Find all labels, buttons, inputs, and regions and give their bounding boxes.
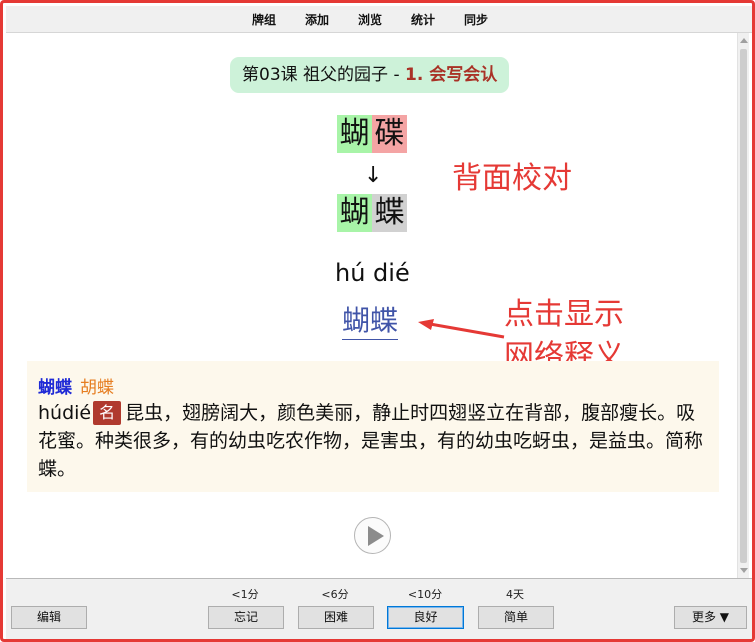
definition-word: 蝴蝶: [38, 378, 72, 398]
definition-header: 蝴蝶 胡蝶: [38, 373, 114, 398]
annotation-click-hint-1: 点击显示: [504, 297, 624, 332]
definition-pinyin: húdié: [38, 402, 92, 424]
pinyin-text: hú dié: [335, 259, 410, 287]
menu-browse[interactable]: 浏览: [358, 11, 382, 28]
top-menu-bar: 牌组 添加 浏览 统计 同步: [6, 6, 752, 33]
part-of-speech-badge: 名: [93, 401, 122, 425]
play-audio-button[interactable]: [354, 517, 391, 554]
definition-variant: 胡蝶: [80, 378, 114, 398]
word-definition-link[interactable]: 蝴蝶: [342, 303, 399, 340]
answer-char-match: 蝴: [337, 194, 372, 232]
lesson-title: 第03课 祖父的园子 -: [242, 65, 405, 85]
good-button[interactable]: 良好: [387, 606, 464, 629]
hard-button[interactable]: 困难: [298, 606, 374, 629]
edit-button[interactable]: 编辑: [11, 606, 87, 629]
menu-add[interactable]: 添加: [305, 11, 329, 28]
menu-decks[interactable]: 牌组: [252, 11, 276, 28]
definition-panel: 蝴蝶 胡蝶 húdié 名昆虫，翅膀阔大，颜色美丽，静止时四翅竖立在背部，腹部瘦长。…: [27, 361, 719, 492]
interval-again: <1分: [231, 588, 259, 601]
definition-text: 昆虫，翅膀阔大，颜色美丽，静止时四翅竖立在背部，腹部瘦长。吸花蜜。种类很多，有的…: [38, 402, 704, 480]
typed-char-correct: 蝴: [337, 115, 372, 153]
vertical-scrollbar[interactable]: [737, 33, 749, 578]
again-button[interactable]: 忘记: [208, 606, 284, 629]
card-review-area: 第03课 祖父的园子 - 1. 会写会认 蝴 碟 ↓ 蝴 蝶 hú dié 蝴蝶…: [6, 33, 743, 578]
menu-stats[interactable]: 统计: [411, 11, 435, 28]
app-window: 牌组 添加 浏览 统计 同步 第03课 祖父的园子 - 1. 会写会认 蝴 碟 …: [0, 0, 755, 642]
lesson-part: 1. 会写会认: [404, 65, 498, 85]
play-icon: [368, 526, 384, 546]
compare-arrow: ↓: [364, 163, 383, 188]
scroll-thumb[interactable]: [740, 49, 747, 563]
interval-easy: 4天: [506, 588, 524, 601]
interval-good: <10分: [407, 588, 443, 601]
definition-body: húdié 名昆虫，翅膀阔大，颜色美丽，静止时四翅竖立在背部，腹部瘦长。吸花蜜。种…: [38, 399, 708, 483]
lesson-tag: 第03课 祖父的园子 - 1. 会写会认: [230, 57, 510, 93]
answer-char-expected: 蝶: [372, 194, 407, 232]
answer-bar: 编辑 <1分 忘记 <6分 困难 <10分 良好 4天 简单 更多 ▼: [6, 578, 752, 639]
interval-hard: <6分: [321, 588, 349, 601]
more-button[interactable]: 更多 ▼: [674, 606, 747, 629]
scroll-down-icon[interactable]: [740, 568, 748, 573]
menu-sync[interactable]: 同步: [464, 11, 488, 28]
easy-button[interactable]: 简单: [478, 606, 554, 629]
annotation-arrow-icon: [418, 319, 505, 339]
scroll-up-icon[interactable]: [740, 38, 748, 43]
typed-char-wrong: 碟: [372, 115, 407, 153]
annotation-back-check: 背面校对: [452, 161, 572, 196]
